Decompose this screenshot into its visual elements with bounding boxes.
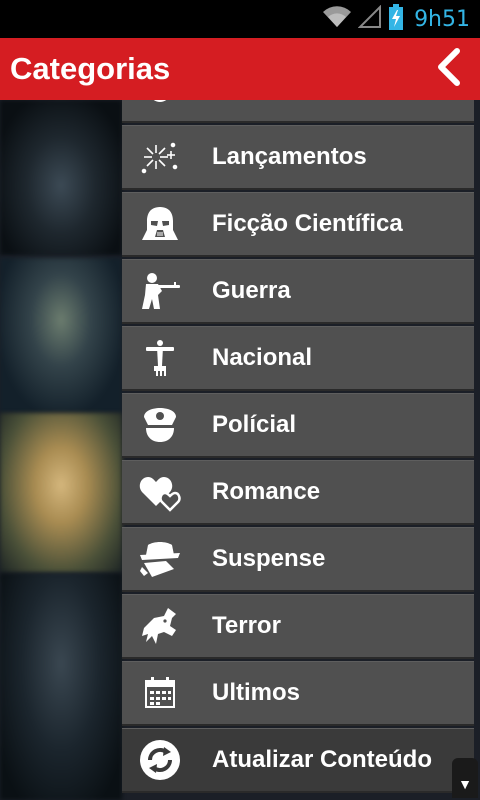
category-item-partial[interactable] <box>122 100 474 121</box>
category-item-ficcao-cientifica[interactable]: Ficção Científica <box>122 192 474 255</box>
chevron-left-icon <box>435 47 463 92</box>
battery-charging-icon <box>388 3 404 35</box>
police-cap-icon <box>130 394 190 456</box>
movie-poster-thumbnail[interactable] <box>0 573 122 800</box>
category-label: Lançamentos <box>212 143 367 170</box>
category-item-guerra[interactable]: Guerra <box>122 259 474 322</box>
category-label: Polícial <box>212 411 297 438</box>
darth-vader-helmet-icon <box>130 193 190 255</box>
signal-icon <box>357 4 382 34</box>
category-icon-partial <box>130 100 190 121</box>
category-item-romance[interactable]: Romance <box>122 460 474 523</box>
category-label: Ficção Científica <box>212 210 403 237</box>
triangle-down-icon: ▼ <box>458 776 472 792</box>
scroll-down-button[interactable]: ▼ <box>452 758 478 798</box>
christ-redeemer-icon <box>130 327 190 389</box>
movie-poster-thumbnail[interactable] <box>0 413 122 573</box>
app-bar: Categorias <box>0 38 480 100</box>
category-label: Romance <box>212 478 321 505</box>
category-item-policial[interactable]: Polícial <box>122 393 474 456</box>
category-label: Guerra <box>212 277 291 304</box>
category-item-lancamentos[interactable]: Lançamentos <box>122 125 474 188</box>
werewolf-icon <box>130 595 190 657</box>
refresh-icon <box>130 729 190 791</box>
category-label: Nacional <box>212 344 313 371</box>
hearts-icon <box>130 461 190 523</box>
category-label: Suspense <box>212 545 326 572</box>
category-label: Terror <box>212 612 281 639</box>
category-item-nacional[interactable]: Nacional <box>122 326 474 389</box>
status-clock: 9h51 <box>414 6 470 32</box>
category-item-ultimos[interactable]: Ultimos <box>122 661 474 724</box>
category-label: Atualizar Conteúdo <box>212 746 432 773</box>
status-bar: 9h51 <box>0 0 480 38</box>
category-label: Ultimos <box>212 679 301 706</box>
back-button[interactable] <box>424 44 474 94</box>
category-item-suspense[interactable]: Suspense <box>122 527 474 590</box>
category-item-atualizar-conteudo[interactable]: Atualizar Conteúdo <box>122 728 474 791</box>
soldier-rifle-icon <box>130 260 190 322</box>
fireworks-icon <box>130 126 190 188</box>
calendar-icon <box>130 662 190 724</box>
categories-panel: Lançamentos Ficção Científica Guerra Nac… <box>0 100 480 800</box>
wifi-icon <box>322 5 352 34</box>
detective-hat-icon <box>130 528 190 590</box>
movie-poster-thumbnail[interactable] <box>0 100 122 255</box>
category-item-terror[interactable]: Terror <box>122 594 474 657</box>
movie-poster-thumbnail[interactable] <box>0 258 122 413</box>
page-title: Categorias <box>10 51 171 86</box>
